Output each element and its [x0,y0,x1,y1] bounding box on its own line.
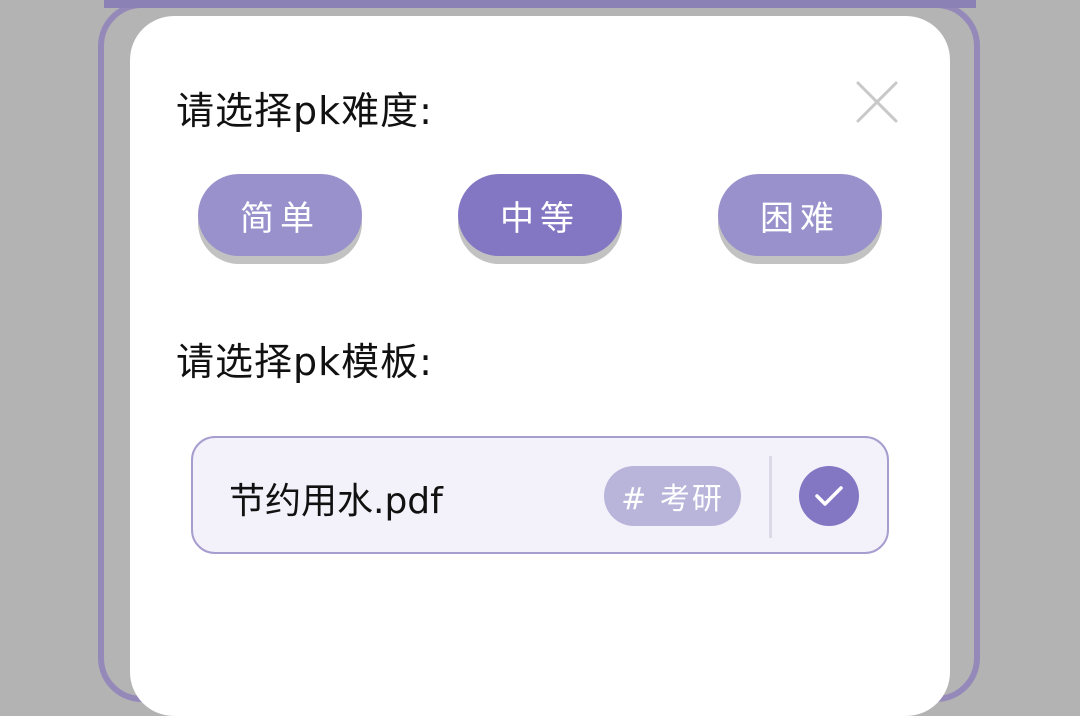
pk-settings-dialog: 请选择pk难度: 简单 中等 困难 请选择pk模板: 节约用水.pdf # 考研 [130,16,950,716]
difficulty-easy-button[interactable]: 简单 [198,174,362,256]
difficulty-hard-button[interactable]: 困难 [718,174,882,256]
difficulty-medium-button[interactable]: 中等 [458,174,622,256]
template-file-name: 节约用水.pdf [229,481,443,522]
close-button[interactable] [853,78,901,126]
check-icon [815,486,843,506]
difficulty-title: 请选择pk难度: [176,89,433,133]
background-header-strip [104,0,976,8]
template-title: 请选择pk模板: [176,340,433,384]
close-icon [856,81,898,123]
template-tag-badge: # 考研 [604,466,741,526]
template-list-item[interactable]: 节约用水.pdf # 考研 [191,436,889,554]
template-select-checkbox[interactable] [799,466,859,526]
template-divider [769,456,772,538]
